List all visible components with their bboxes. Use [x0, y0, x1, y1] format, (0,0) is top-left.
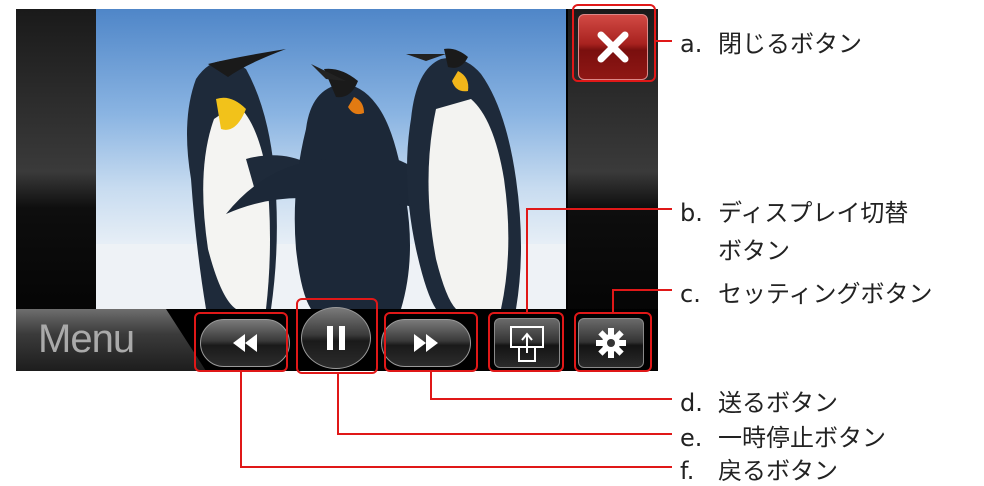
- leader-b-h: [526, 208, 672, 210]
- leader-d-v: [430, 372, 432, 400]
- annotation-d-letter: d.: [680, 389, 703, 417]
- highlight-display: [488, 312, 564, 372]
- annotation-b-text2: ボタン: [718, 237, 790, 265]
- annotation-b-text: ディスプレイ切替: [718, 199, 909, 227]
- highlight-rewind: [194, 312, 288, 372]
- annotation-b-line2: ボタン: [718, 231, 790, 266]
- leader-c-v: [612, 289, 614, 312]
- annotation-c: c. セッティングボタン: [680, 274, 933, 309]
- highlight-forward: [384, 312, 478, 372]
- photo-display: [96, 9, 566, 309]
- annotation-c-text: セッティングボタン: [718, 280, 933, 308]
- annotation-d-text: 送るボタン: [718, 389, 838, 417]
- penguin-right: [406, 48, 521, 309]
- annotation-f: f. 戻るボタン: [680, 451, 838, 486]
- leader-e-h: [337, 433, 672, 435]
- annotation-a-text: 閉じるボタン: [718, 30, 862, 58]
- leader-f-v: [240, 372, 242, 468]
- annotation-e-text: 一時停止ボタン: [718, 424, 886, 452]
- leader-c-h: [612, 289, 672, 291]
- leader-b-v: [526, 208, 528, 312]
- annotation-d: d. 送るボタン: [680, 383, 838, 418]
- highlight-pause: [296, 298, 378, 374]
- highlight-close: [572, 4, 656, 82]
- annotation-b-letter: b.: [680, 199, 703, 227]
- annotation-b: b. ディスプレイ切替: [680, 193, 908, 228]
- annotation-a: a. 閉じるボタン: [680, 24, 862, 59]
- leader-a: [656, 40, 672, 42]
- leader-d-h: [430, 398, 672, 400]
- leader-e-v: [337, 374, 339, 435]
- highlight-settings: [574, 312, 652, 372]
- annotation-f-letter: f.: [680, 457, 695, 485]
- annotation-c-letter: c.: [680, 280, 701, 308]
- annotation-e-letter: e.: [680, 424, 703, 452]
- annotation-a-letter: a.: [680, 30, 703, 58]
- leader-f-h: [240, 466, 672, 468]
- menu-label: Menu: [38, 317, 135, 361]
- annotation-e: e. 一時停止ボタン: [680, 418, 886, 453]
- annotation-f-text: 戻るボタン: [718, 457, 838, 485]
